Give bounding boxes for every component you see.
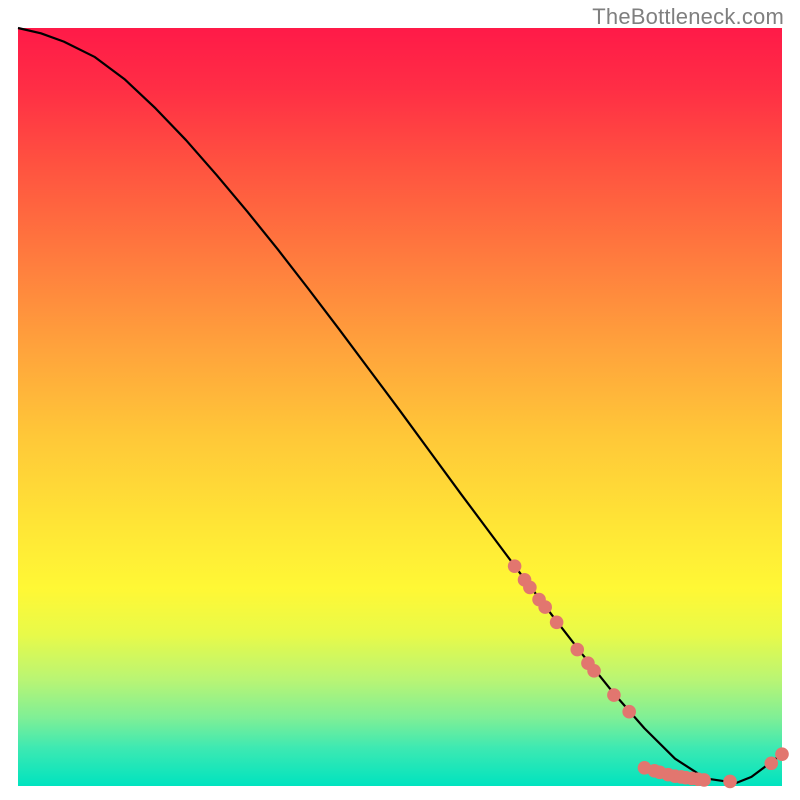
highlight-point xyxy=(622,705,636,719)
highlight-point xyxy=(523,581,537,595)
highlight-point xyxy=(550,615,564,629)
highlight-point xyxy=(723,775,737,789)
highlight-point xyxy=(587,664,601,678)
highlight-point xyxy=(697,773,711,787)
highlight-point xyxy=(570,643,584,657)
plot-area xyxy=(18,28,782,786)
bottleneck-curve-line xyxy=(18,28,782,783)
watermark-text: TheBottleneck.com xyxy=(592,4,784,30)
highlight-point xyxy=(508,559,522,573)
highlight-points-group xyxy=(508,559,789,788)
highlight-point xyxy=(538,600,552,614)
highlight-point xyxy=(775,747,789,761)
plot-svg xyxy=(18,28,782,786)
highlight-point xyxy=(607,688,621,702)
chart-frame: TheBottleneck.com xyxy=(0,0,800,800)
highlight-point xyxy=(765,756,779,770)
